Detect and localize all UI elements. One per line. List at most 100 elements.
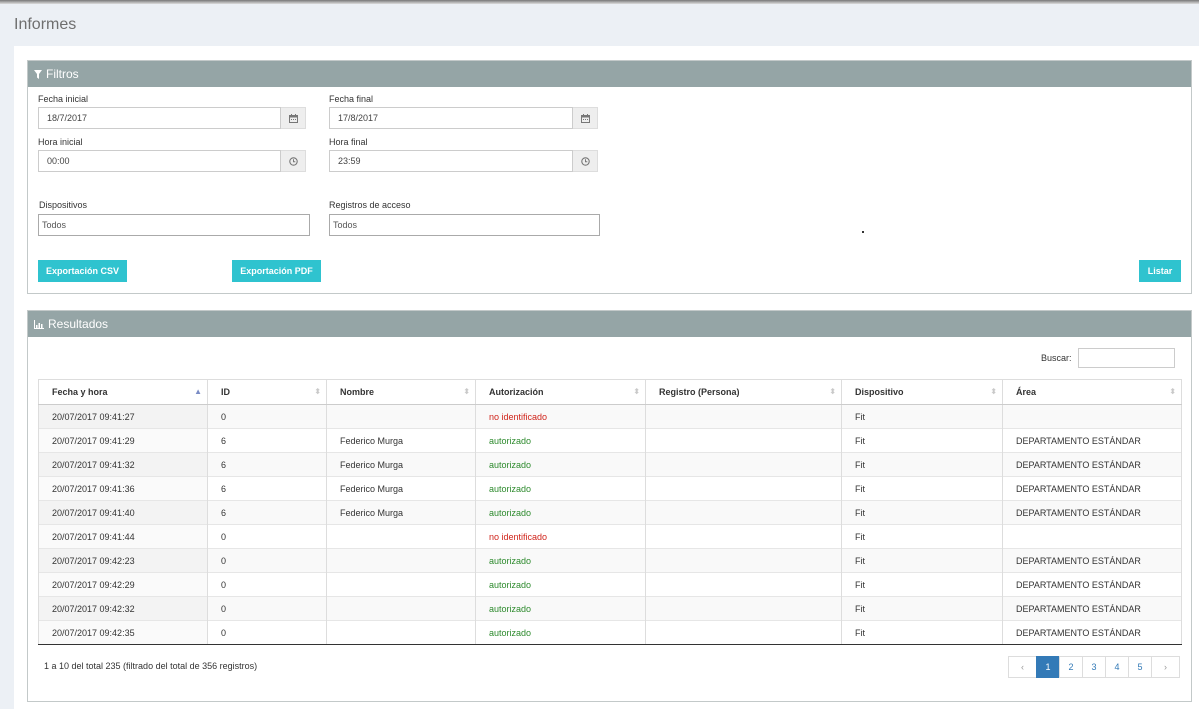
hora-final-label: Hora final [329, 137, 368, 147]
fecha-final-calendar-button[interactable] [573, 107, 598, 129]
table-row[interactable]: 20/07/2017 09:41:44 0 no identificado Fit [38, 524, 1182, 549]
sort-icon: ⬍ [314, 387, 321, 396]
results-panel: Resultados Buscar: Fecha y hora ▲ ID ⬍ Nom… [27, 310, 1192, 702]
fecha-inicial-input[interactable]: 18/7/2017 [38, 107, 281, 129]
column-header-fecha[interactable]: Fecha y hora ▲ [38, 379, 208, 405]
hora-inicial-label: Hora inicial [38, 137, 83, 147]
table-row[interactable]: 20/07/2017 09:41:36 6 Federico Murga autori… [38, 476, 1182, 501]
column-header-id[interactable]: ID ⬍ [207, 379, 327, 405]
pagination-prev-button[interactable]: ‹ [1008, 656, 1037, 678]
filters-panel-heading[interactable]: Filtros [28, 61, 1191, 87]
cell-fecha: 20/07/2017 09:41:44 [38, 524, 208, 549]
cell-registro [645, 404, 842, 429]
cell-autorizacion: autorizado [475, 500, 646, 525]
cell-dispositivo: Fit [841, 476, 1003, 501]
pagination-page-4[interactable]: 4 [1105, 656, 1129, 678]
cell-id: 0 [207, 548, 327, 573]
search-input[interactable] [1078, 348, 1175, 368]
hora-inicial-clock-button[interactable] [281, 150, 306, 172]
column-header-registro[interactable]: Registro (Persona) ⬍ [645, 379, 842, 405]
cell-fecha: 20/07/2017 09:41:32 [38, 452, 208, 477]
pagination-next-button[interactable]: › [1151, 656, 1180, 678]
cell-fecha: 20/07/2017 09:41:36 [38, 476, 208, 501]
cell-area: DEPARTAMENTO ESTÁNDAR [1002, 476, 1182, 501]
cell-nombre: Federico Murga [326, 476, 476, 501]
table-row[interactable]: 20/07/2017 09:41:40 6 Federico Murga autori… [38, 500, 1182, 525]
table-info: 1 a 10 del total 235 (filtrado del total… [44, 661, 258, 671]
dispositivos-select[interactable]: Todos [38, 214, 310, 236]
cell-nombre [326, 572, 476, 597]
table-row[interactable]: 20/07/2017 09:42:29 0 autorizado Fit DEPARTA… [38, 572, 1182, 597]
column-header-area[interactable]: Área ⬍ [1002, 379, 1182, 405]
cell-autorizacion: autorizado [475, 620, 646, 645]
table-row[interactable]: 20/07/2017 09:42:32 0 autorizado Fit DEPARTA… [38, 596, 1182, 621]
registros-acceso-select[interactable]: Todos [329, 214, 600, 236]
cell-dispositivo: Fit [841, 452, 1003, 477]
table-row[interactable]: 20/07/2017 09:41:27 0 no identificado Fit [38, 404, 1182, 429]
fecha-final-input[interactable]: 17/8/2017 [329, 107, 573, 129]
cell-id: 0 [207, 620, 327, 645]
dispositivos-label: Dispositivos [39, 200, 88, 210]
search-label: Buscar: [1041, 353, 1072, 363]
listar-button[interactable]: Listar [1139, 260, 1181, 282]
cell-registro [645, 524, 842, 549]
results-table: Fecha y hora ▲ ID ⬍ Nombre ⬍ Autorización ⬍ … [38, 379, 1182, 645]
cell-area: DEPARTAMENTO ESTÁNDAR [1002, 428, 1182, 453]
results-heading-label: Resultados [48, 317, 109, 331]
cell-area: DEPARTAMENTO ESTÁNDAR [1002, 548, 1182, 573]
cell-nombre [326, 548, 476, 573]
table-row[interactable]: 20/07/2017 09:41:32 6 Federico Murga autori… [38, 452, 1182, 477]
cell-fecha: 20/07/2017 09:42:35 [38, 620, 208, 645]
cell-registro [645, 452, 842, 477]
cell-dispositivo: Fit [841, 404, 1003, 429]
column-header-dispositivo[interactable]: Dispositivo ⬍ [841, 379, 1003, 405]
pagination-page-5[interactable]: 5 [1128, 656, 1152, 678]
hora-final-clock-button[interactable] [573, 150, 598, 172]
cell-registro [645, 596, 842, 621]
results-panel-heading[interactable]: Resultados [28, 311, 1191, 337]
fecha-inicial-label: Fecha inicial [38, 94, 89, 104]
pagination-page-1[interactable]: 1 [1036, 656, 1060, 678]
cell-fecha: 20/07/2017 09:41:27 [38, 404, 208, 429]
cell-id: 0 [207, 404, 327, 429]
cell-dispositivo: Fit [841, 620, 1003, 645]
hora-final-input[interactable]: 23:59 [329, 150, 573, 172]
calendar-icon [288, 113, 298, 123]
clock-icon [288, 156, 298, 166]
cell-nombre: Federico Murga [326, 500, 476, 525]
cell-fecha: 20/07/2017 09:42:29 [38, 572, 208, 597]
cell-id: 0 [207, 596, 327, 621]
sort-icon: ⬍ [829, 387, 836, 396]
cell-dispositivo: Fit [841, 524, 1003, 549]
cell-dispositivo: Fit [841, 596, 1003, 621]
cell-registro [645, 572, 842, 597]
table-header-row: Fecha y hora ▲ ID ⬍ Nombre ⬍ Autorización ⬍ … [38, 379, 1182, 405]
cell-id: 0 [207, 572, 327, 597]
cell-registro [645, 476, 842, 501]
table-row[interactable]: 20/07/2017 09:42:35 0 autorizado Fit DEPARTA… [38, 620, 1182, 645]
sort-icon: ⬍ [990, 387, 997, 396]
cell-autorizacion: autorizado [475, 548, 646, 573]
cell-registro [645, 500, 842, 525]
cell-dispositivo: Fit [841, 500, 1003, 525]
column-header-autorizacion[interactable]: Autorización ⬍ [475, 379, 646, 405]
cell-autorizacion: autorizado [475, 572, 646, 597]
table-row[interactable]: 20/07/2017 09:41:29 6 Federico Murga autori… [38, 428, 1182, 453]
fecha-inicial-calendar-button[interactable] [281, 107, 306, 129]
pagination-page-2[interactable]: 2 [1059, 656, 1083, 678]
cell-area: DEPARTAMENTO ESTÁNDAR [1002, 452, 1182, 477]
hora-inicial-input[interactable]: 00:00 [38, 150, 281, 172]
cell-autorizacion: autorizado [475, 428, 646, 453]
registros-acceso-label: Registros de acceso [329, 200, 411, 210]
table-row[interactable]: 20/07/2017 09:42:23 0 autorizado Fit DEPARTA… [38, 548, 1182, 573]
cell-registro [645, 428, 842, 453]
export-pdf-button[interactable]: Exportación PDF [232, 260, 321, 282]
cell-registro [645, 548, 842, 573]
export-csv-button[interactable]: Exportación CSV [38, 260, 127, 282]
pagination-page-3[interactable]: 3 [1082, 656, 1106, 678]
cell-fecha: 20/07/2017 09:41:29 [38, 428, 208, 453]
bar-chart-icon [34, 319, 44, 329]
column-header-nombre[interactable]: Nombre ⬍ [326, 379, 476, 405]
cell-id: 0 [207, 524, 327, 549]
cell-area: DEPARTAMENTO ESTÁNDAR [1002, 596, 1182, 621]
